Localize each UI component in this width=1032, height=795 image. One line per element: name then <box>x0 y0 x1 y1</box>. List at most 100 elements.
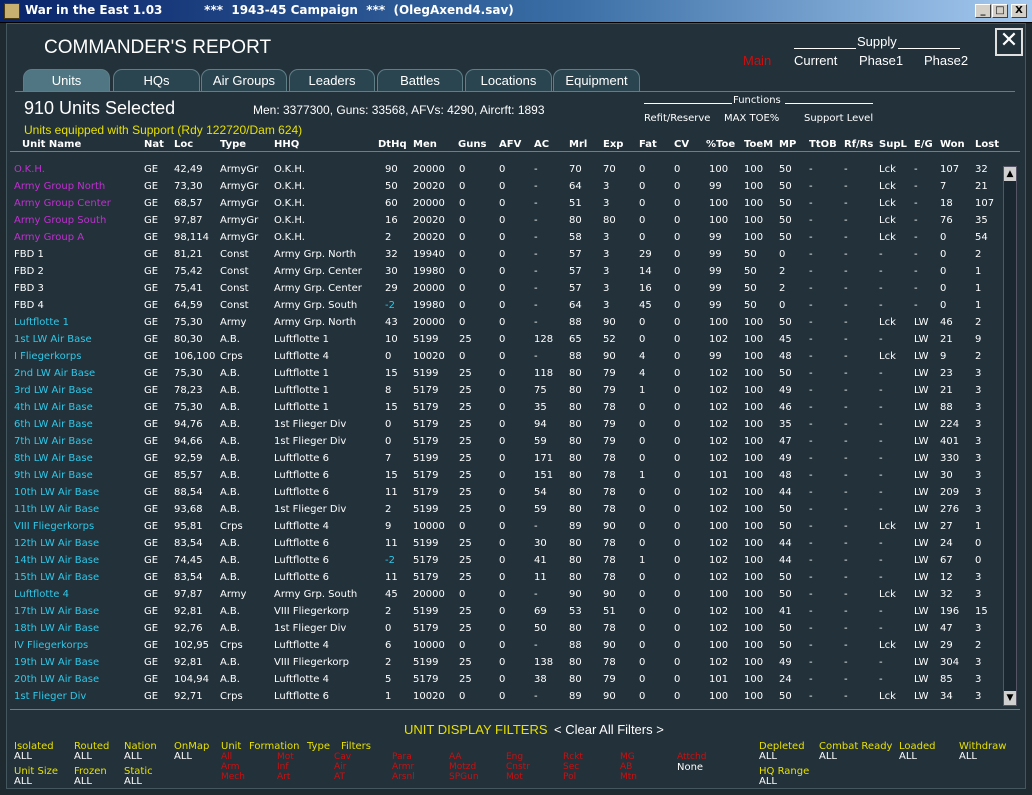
tab-equipment[interactable]: Equipment <box>553 69 640 92</box>
table-cell[interactable]: VIII Fliegerkorp <box>274 606 349 617</box>
supply-main-option[interactable]: Main <box>743 53 771 68</box>
filter-value[interactable]: ALL <box>759 751 777 762</box>
clear-filters-button[interactable]: < Clear All Filters > <box>554 722 664 737</box>
table-row[interactable]: 15th LW Air Base GE 83,54 A.B. Luftflotte 6 1… <box>0 570 1000 587</box>
column-header[interactable]: Exp <box>603 139 623 150</box>
unit-name-link[interactable]: 1st Flieger Div <box>14 691 86 702</box>
unit-name-link[interactable]: 6th LW Air Base <box>14 419 93 430</box>
table-cell[interactable]: Luftflotte 4 <box>274 351 329 362</box>
unit-type-filter-toggle[interactable]: Armr <box>392 763 414 772</box>
unit-name-link[interactable]: 4th LW Air Base <box>14 402 93 413</box>
unit-name-link[interactable]: 3rd LW Air Base <box>14 385 93 396</box>
table-row[interactable]: Army Group South GE 97,87 ArmyGr O.K.H. 16 200… <box>0 213 1000 230</box>
table-cell[interactable]: Luftflotte 1 <box>274 334 329 345</box>
unit-name-link[interactable]: Army Group Center <box>14 198 111 209</box>
table-cell[interactable]: Army Grp. Center <box>274 283 362 294</box>
table-cell[interactable]: 1st Flieger Div <box>274 419 346 430</box>
unit-name-link[interactable]: 1st LW Air Base <box>14 334 92 345</box>
table-row[interactable]: VIII Fliegerkorps GE 95,81 Crps Luftflotte 4… <box>0 519 1000 536</box>
unit-type-filter-toggle[interactable]: Mtn <box>620 773 637 782</box>
maximize-button[interactable]: □ <box>992 4 1008 18</box>
table-cell[interactable]: VIII Fliegerkorp <box>274 657 349 668</box>
tab-air-groups[interactable]: Air Groups <box>201 69 287 92</box>
close-icon[interactable]: ✕ <box>995 28 1023 56</box>
unit-type-filter-toggle[interactable]: Inf <box>277 763 289 772</box>
unit-name-link[interactable]: I Fliegerkorps <box>14 351 81 362</box>
unit-name-link[interactable]: 8th LW Air Base <box>14 453 93 464</box>
unit-name-link[interactable]: 19th LW Air Base <box>14 657 99 668</box>
column-header[interactable]: Type <box>220 139 246 150</box>
table-row[interactable]: 12th LW Air Base GE 83,54 A.B. Luftflotte 6 1… <box>0 536 1000 553</box>
table-row[interactable]: Army Group A GE 98,114 ArmyGr O.K.H. 2 20020 0 0… <box>0 230 1000 247</box>
unit-name-link[interactable]: Luftflotte 4 <box>14 589 69 600</box>
unit-type-filter-toggle[interactable]: All <box>221 753 232 762</box>
unit-type-filter-toggle[interactable]: Rckt <box>563 753 583 762</box>
filter-value[interactable]: ALL <box>759 776 777 787</box>
unit-type-filter-toggle[interactable]: AA <box>449 753 462 762</box>
window-title-bar[interactable]: War in the East 1.03 *** 1943-45 Campaig… <box>0 0 1032 23</box>
column-header[interactable]: Mrl <box>569 139 587 150</box>
table-row[interactable]: FBD 1 GE 81,21 Const Army Grp. North 32 19940 0… <box>0 247 1000 264</box>
unit-name-link[interactable]: 7th LW Air Base <box>14 436 93 447</box>
column-header[interactable]: Guns <box>458 139 486 150</box>
scroll-down-icon[interactable]: ▼ <box>1004 691 1016 705</box>
table-row[interactable]: 17th LW Air Base GE 92,81 A.B. VIII Fliegerk… <box>0 604 1000 621</box>
refit-reserve-button[interactable]: Refit/Reserve <box>644 113 710 124</box>
unit-name-link[interactable]: O.K.H. <box>14 164 45 175</box>
table-row[interactable]: FBD 3 GE 75,41 Const Army Grp. Center 29 20000… <box>0 281 1000 298</box>
supply-phase1-option[interactable]: Phase1 <box>859 53 903 68</box>
table-cell[interactable]: 1st Flieger Div <box>274 504 346 515</box>
minimize-button[interactable]: _ <box>975 4 991 18</box>
table-row[interactable]: 10th LW Air Base GE 88,54 A.B. Luftflotte 6 1… <box>0 485 1000 502</box>
table-cell[interactable]: Luftflotte 6 <box>274 572 329 583</box>
table-row[interactable]: FBD 4 GE 64,59 Const Army Grp. South -2 19980 0… <box>0 298 1000 315</box>
table-row[interactable]: 19th LW Air Base GE 92,81 A.B. VIII Fliegerk… <box>0 655 1000 672</box>
table-row[interactable]: 6th LW Air Base GE 94,76 A.B. 1st Flieger Di… <box>0 417 1000 434</box>
table-row[interactable]: Luftflotte 1 GE 75,30 Army Army Grp. North 43… <box>0 315 1000 332</box>
unit-name-link[interactable]: FBD 3 <box>14 283 44 294</box>
unit-type-filter-toggle[interactable]: Attchd <box>677 753 706 762</box>
unit-type-filter-toggle[interactable]: AB <box>620 763 632 772</box>
unit-name-link[interactable]: 9th LW Air Base <box>14 470 93 481</box>
table-cell[interactable]: Army Grp. South <box>274 589 357 600</box>
tab-locations[interactable]: Locations <box>465 69 552 92</box>
unit-type-filter-toggle[interactable]: Pol <box>563 773 576 782</box>
table-cell[interactable]: 1st Flieger Div <box>274 436 346 447</box>
table-cell[interactable]: O.K.H. <box>274 181 305 192</box>
unit-type-filter-toggle[interactable]: Mot <box>277 753 294 762</box>
table-cell[interactable]: Army Grp. North <box>274 317 356 328</box>
unit-name-link[interactable]: 11th LW Air Base <box>14 504 99 515</box>
tab-units[interactable]: Units <box>23 69 110 92</box>
unit-type-filter-toggle[interactable]: Mech <box>221 773 245 782</box>
filter-value[interactable]: ALL <box>819 751 837 762</box>
table-cell[interactable]: Army Grp. South <box>274 300 357 311</box>
max-toe-button[interactable]: MAX TOE% <box>724 113 779 124</box>
unit-type-filter-toggle[interactable]: Arsnl <box>392 773 415 782</box>
table-cell[interactable]: O.K.H. <box>274 215 305 226</box>
column-header[interactable]: Lost <box>975 139 999 150</box>
unit-type-filter-toggle[interactable]: Motzd <box>449 763 476 772</box>
table-row[interactable]: 7th LW Air Base GE 94,66 A.B. 1st Flieger Di… <box>0 434 1000 451</box>
unit-name-link[interactable]: 17th LW Air Base <box>14 606 99 617</box>
tab-hqs[interactable]: HQs <box>113 69 200 92</box>
table-row[interactable]: FBD 2 GE 75,42 Const Army Grp. Center 30 19980… <box>0 264 1000 281</box>
unit-name-link[interactable]: FBD 2 <box>14 266 44 277</box>
table-cell[interactable]: Luftflotte 6 <box>274 691 329 702</box>
table-row[interactable]: 1st Flieger Div GE 92,71 Crps Luftflotte 6 1 1… <box>0 689 1000 706</box>
column-header[interactable]: ToeM <box>744 139 773 150</box>
table-row[interactable]: 20th LW Air Base GE 104,94 A.B. Luftflotte 4… <box>0 672 1000 689</box>
unit-name-link[interactable]: 10th LW Air Base <box>14 487 99 498</box>
table-cell[interactable]: 1st Flieger Div <box>274 623 346 634</box>
window-close-button[interactable]: X <box>1011 4 1027 18</box>
unit-name-link[interactable]: 18th LW Air Base <box>14 623 99 634</box>
unit-type-filter-toggle[interactable]: Art <box>277 773 290 782</box>
unit-type-filter-toggle[interactable]: Arm <box>221 763 239 772</box>
unit-name-link[interactable]: 15th LW Air Base <box>14 572 99 583</box>
column-header[interactable]: E/G <box>914 139 933 150</box>
tab-battles[interactable]: Battles <box>377 69 463 92</box>
table-row[interactable]: 1st LW Air Base GE 80,30 A.B. Luftflotte 1 10… <box>0 332 1000 349</box>
unit-type-filter-toggle[interactable]: Air <box>334 763 346 772</box>
table-cell[interactable]: Luftflotte 6 <box>274 487 329 498</box>
unit-name-link[interactable]: Army Group North <box>14 181 105 192</box>
filter-value[interactable]: ALL <box>124 751 142 762</box>
